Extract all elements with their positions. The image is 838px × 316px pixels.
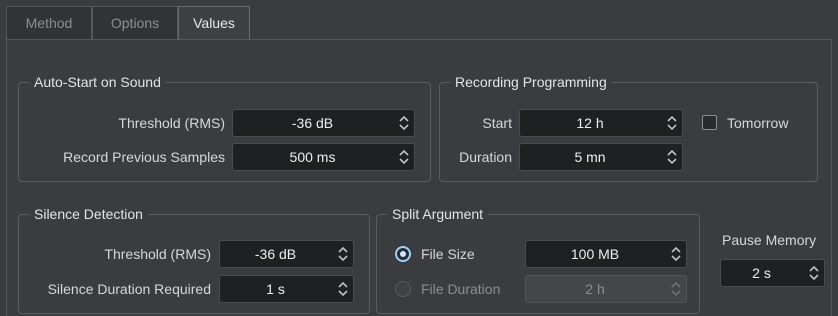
- file-duration-label[interactable]: File Duration: [421, 275, 500, 303]
- recording-programming-title: Recording Programming: [450, 73, 612, 91]
- tab-method[interactable]: Method: [6, 6, 92, 39]
- file-duration-value: 2 h: [585, 281, 605, 297]
- silence-detection-title: Silence Detection: [29, 205, 148, 223]
- file-size-value: 100 MB: [570, 246, 620, 262]
- tab-values[interactable]: Values: [178, 6, 250, 39]
- tomorrow-checkbox[interactable]: [702, 115, 717, 130]
- values-panel: Auto-Start on Sound Threshold (RMS) -36 …: [6, 39, 832, 316]
- auto-start-threshold-spinbox[interactable]: -36 dB: [232, 109, 415, 137]
- spin-arrows-icon[interactable]: [398, 149, 410, 165]
- start-label: Start: [482, 115, 512, 131]
- record-previous-label: Record Previous Samples: [63, 149, 225, 165]
- duration-spinbox[interactable]: 5 mn: [519, 143, 683, 171]
- start-spinbox[interactable]: 12 h: [519, 109, 683, 137]
- spin-arrows-icon[interactable]: [666, 115, 678, 131]
- duration-label: Duration: [459, 149, 512, 165]
- spin-arrows-icon[interactable]: [808, 265, 820, 281]
- tab-bar: Method Options Values: [0, 0, 838, 39]
- auto-start-group: Auto-Start on Sound Threshold (RMS) -36 …: [18, 73, 431, 182]
- file-size-radio[interactable]: [395, 246, 411, 262]
- silence-threshold-spinbox[interactable]: -36 dB: [219, 240, 354, 268]
- pause-memory-spinbox[interactable]: 2 s: [720, 259, 825, 287]
- spin-arrows-icon: [671, 281, 681, 297]
- silence-duration-spinbox[interactable]: 1 s: [219, 275, 354, 303]
- record-previous-spinbox[interactable]: 500 ms: [232, 143, 415, 171]
- recording-programming-group: Recording Programming Start 12 h Tomorro…: [439, 73, 818, 182]
- file-size-label[interactable]: File Size: [421, 240, 475, 268]
- auto-start-title: Auto-Start on Sound: [29, 73, 166, 91]
- file-duration-radio[interactable]: [395, 281, 411, 297]
- split-argument-title: Split Argument: [387, 205, 489, 223]
- pause-memory-label: Pause Memory: [722, 232, 817, 248]
- spin-arrows-icon[interactable]: [337, 246, 349, 262]
- silence-detection-group: Silence Detection Threshold (RMS) -36 dB…: [18, 205, 370, 314]
- auto-start-threshold-label: Threshold (RMS): [118, 115, 225, 131]
- tomorrow-label[interactable]: Tomorrow: [727, 109, 788, 137]
- spin-arrows-icon[interactable]: [666, 149, 678, 165]
- start-value: 12 h: [576, 115, 604, 131]
- split-argument-group: Split Argument File Size 100 MB File Dur…: [376, 205, 700, 314]
- auto-start-threshold-value: -36 dB: [291, 115, 334, 131]
- spin-arrows-icon[interactable]: [398, 115, 410, 131]
- spin-arrows-icon[interactable]: [337, 281, 349, 297]
- record-previous-value: 500 ms: [289, 149, 336, 165]
- file-size-spinbox[interactable]: 100 MB: [525, 240, 687, 268]
- pause-memory-value: 2 s: [752, 265, 771, 281]
- spin-arrows-icon[interactable]: [670, 246, 682, 262]
- silence-duration-value: 1 s: [266, 281, 285, 297]
- silence-duration-label: Silence Duration Required: [47, 281, 211, 297]
- file-duration-spinbox: 2 h: [525, 275, 687, 303]
- silence-threshold-label: Threshold (RMS): [104, 246, 211, 262]
- tab-options[interactable]: Options: [92, 6, 178, 39]
- duration-value: 5 mn: [574, 149, 606, 165]
- silence-threshold-value: -36 dB: [254, 246, 297, 262]
